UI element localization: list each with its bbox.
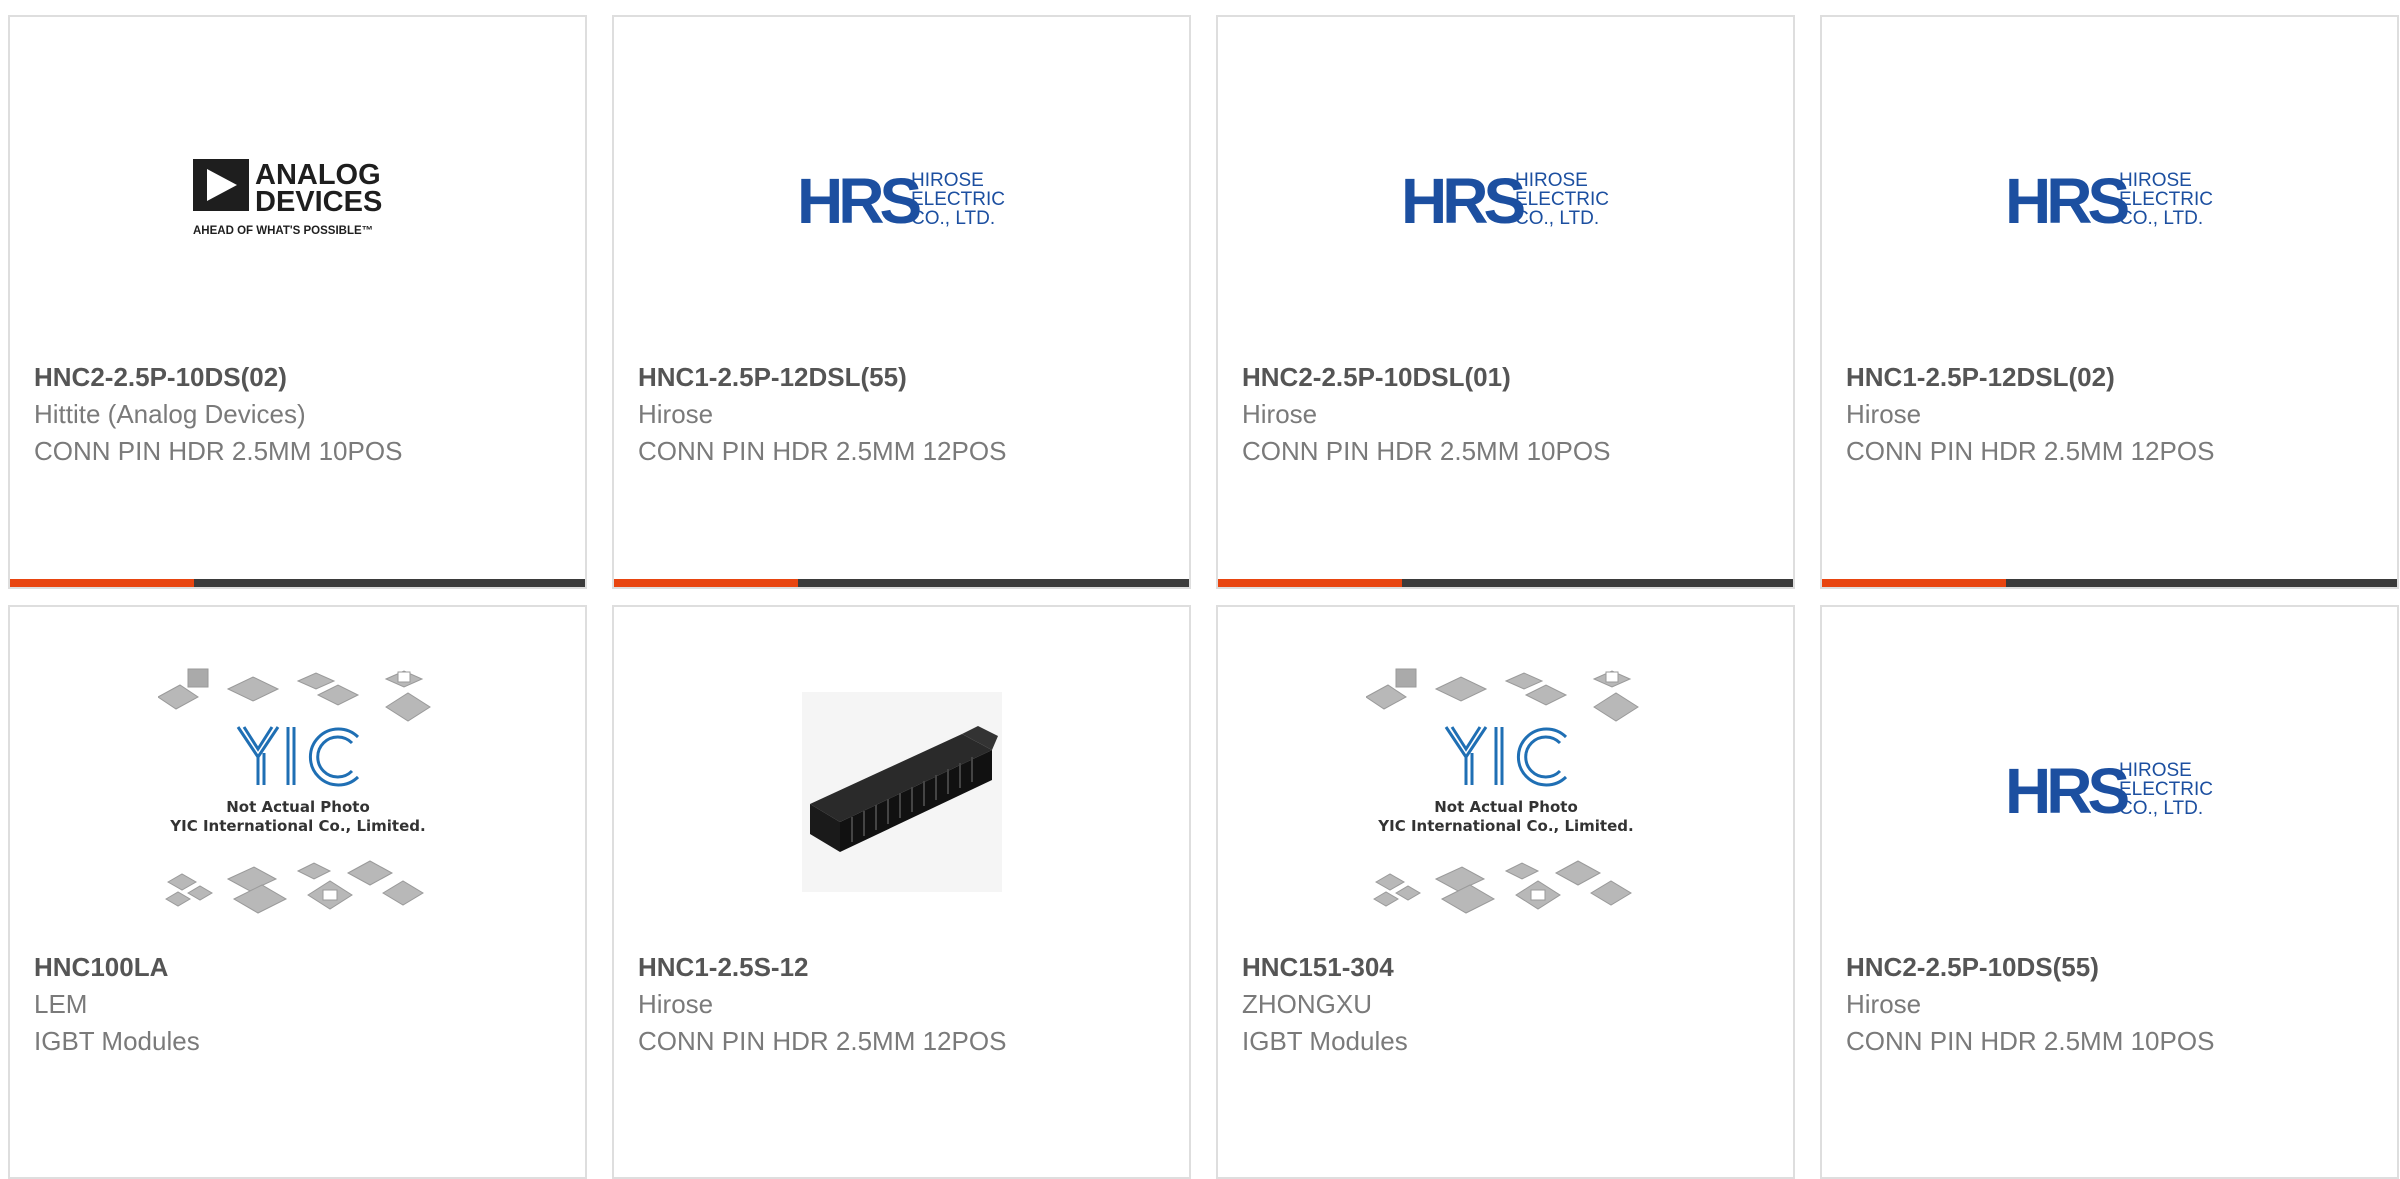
product-card[interactable]: HRS HIROSE ELECTRIC CO., LTD. HNC2-2.5P-… [1820,605,2399,1179]
progress-bar [614,579,1189,587]
description: CONN PIN HDR 2.5MM 12POS [1846,436,2215,466]
product-image: HRS HIROSE ELECTRIC CO., LTD. [614,72,1189,332]
manufacturer: Hirose [1846,399,1922,429]
product-image: HRS HIROSE ELECTRIC CO., LTD. [1822,662,2397,922]
part-number[interactable]: HNC151-304 [1242,949,1773,986]
progress-fill [1822,579,2006,587]
logo-text: HRS [797,167,920,237]
manufacturer: LEM [34,989,88,1019]
progress-fill [1218,579,1402,587]
placeholder-caption: Not Actual Photo [1434,798,1578,816]
yic-placeholder-image: Not Actual Photo YIC International Co., … [157,668,431,914]
logo-text: DEVICES [255,186,382,218]
hirose-logo: HRS HIROSE ELECTRIC CO., LTD. [797,167,1005,237]
logo-text: HIROSE [1515,170,1588,191]
logo-text: HRS [2005,757,2128,827]
logo-text: CO., LTD. [2119,798,2203,819]
description: IGBT Modules [34,1026,200,1056]
product-info: HNC100LA LEM IGBT Modules [34,949,565,1060]
part-number[interactable]: HNC1-2.5S-12 [638,949,1169,986]
part-number[interactable]: HNC2-2.5P-10DSL(01) [1242,359,1773,396]
placeholder-caption: Not Actual Photo [226,798,370,816]
description: CONN PIN HDR 2.5MM 10POS [1242,436,1611,466]
progress-fill [10,579,194,587]
product-card[interactable]: Not Actual Photo YIC International Co., … [8,605,587,1179]
logo-text: ELECTRIC [2119,779,2213,800]
logo-tagline: AHEAD OF WHAT'S POSSIBLE™ [193,225,373,237]
manufacturer: Hirose [638,399,714,429]
logo-text: CO., LTD. [2119,208,2203,229]
hirose-logo: HRS HIROSE ELECTRIC CO., LTD. [1401,167,1609,237]
logo-text: HRS [1401,167,1524,237]
manufacturer: Hirose [638,989,714,1019]
product-card[interactable]: HRS HIROSE ELECTRIC CO., LTD. HNC1-2.5P-… [1820,15,2399,589]
description: CONN PIN HDR 2.5MM 12POS [638,436,1007,466]
manufacturer: Hirose [1846,989,1922,1019]
part-number[interactable]: HNC1-2.5P-12DSL(55) [638,359,1169,396]
logo-text: ELECTRIC [1515,189,1609,210]
product-info: HNC1-2.5P-12DSL(02) Hirose CONN PIN HDR … [1846,359,2377,470]
yic-placeholder-image: Not Actual Photo YIC International Co., … [1365,668,1639,914]
hirose-logo: HRS HIROSE ELECTRIC CO., LTD. [2005,167,2213,237]
hirose-logo: HRS HIROSE ELECTRIC CO., LTD. [2005,757,2213,827]
logo-text: HIROSE [2119,760,2192,781]
logo-text: ELECTRIC [911,189,1005,210]
product-card[interactable]: ANALOG DEVICES AHEAD OF WHAT'S POSSIBLE™… [8,15,587,589]
logo-text: CO., LTD. [1515,208,1599,229]
logo-text: HIROSE [2119,170,2192,191]
description: CONN PIN HDR 2.5MM 12POS [638,1026,1007,1056]
logo-text: HIROSE [911,170,984,191]
logo-text: CO., LTD. [911,208,995,229]
progress-bar [10,579,585,587]
part-number[interactable]: HNC100LA [34,949,565,986]
connector-photo [801,692,1002,892]
product-image: ANALOG DEVICES AHEAD OF WHAT'S POSSIBLE™ [10,72,585,332]
description: CONN PIN HDR 2.5MM 10POS [1846,1026,2215,1056]
product-image: Not Actual Photo YIC International Co., … [10,662,585,922]
description: IGBT Modules [1242,1026,1408,1056]
product-card[interactable]: HRS HIROSE ELECTRIC CO., LTD. HNC2-2.5P-… [1216,15,1795,589]
part-number[interactable]: HNC1-2.5P-12DSL(02) [1846,359,2377,396]
logo-text: ELECTRIC [2119,189,2213,210]
manufacturer: Hittite (Analog Devices) [34,399,306,429]
progress-bar [1218,579,1793,587]
placeholder-caption: YIC International Co., Limited. [1377,817,1633,835]
manufacturer: ZHONGXU [1242,989,1372,1019]
product-card[interactable]: Not Actual Photo YIC International Co., … [1216,605,1795,1179]
description: CONN PIN HDR 2.5MM 10POS [34,436,403,466]
product-image: Not Actual Photo YIC International Co., … [1218,662,1793,922]
placeholder-caption: YIC International Co., Limited. [169,817,425,835]
product-grid: ANALOG DEVICES AHEAD OF WHAT'S POSSIBLE™… [8,15,2399,1179]
product-card[interactable]: HNC1-2.5S-12 Hirose CONN PIN HDR 2.5MM 1… [612,605,1191,1179]
product-info: HNC1-2.5P-12DSL(55) Hirose CONN PIN HDR … [638,359,1169,470]
product-image: HRS HIROSE ELECTRIC CO., LTD. [1218,72,1793,332]
part-number[interactable]: HNC2-2.5P-10DS(55) [1846,949,2377,986]
product-image [614,662,1189,922]
part-number[interactable]: HNC2-2.5P-10DS(02) [34,359,565,396]
product-info: HNC2-2.5P-10DS(55) Hirose CONN PIN HDR 2… [1846,949,2377,1060]
product-card[interactable]: HRS HIROSE ELECTRIC CO., LTD. HNC1-2.5P-… [612,15,1191,589]
product-image: HRS HIROSE ELECTRIC CO., LTD. [1822,72,2397,332]
product-info: HNC1-2.5S-12 Hirose CONN PIN HDR 2.5MM 1… [638,949,1169,1060]
progress-fill [614,579,798,587]
product-info: HNC151-304 ZHONGXU IGBT Modules [1242,949,1773,1060]
logo-text: HRS [2005,167,2128,237]
product-info: HNC2-2.5P-10DS(02) Hittite (Analog Devic… [34,359,565,470]
product-info: HNC2-2.5P-10DSL(01) Hirose CONN PIN HDR … [1242,359,1773,470]
manufacturer: Hirose [1242,399,1318,429]
analog-devices-logo: ANALOG DEVICES AHEAD OF WHAT'S POSSIBLE™ [192,159,382,237]
progress-bar [1822,579,2397,587]
